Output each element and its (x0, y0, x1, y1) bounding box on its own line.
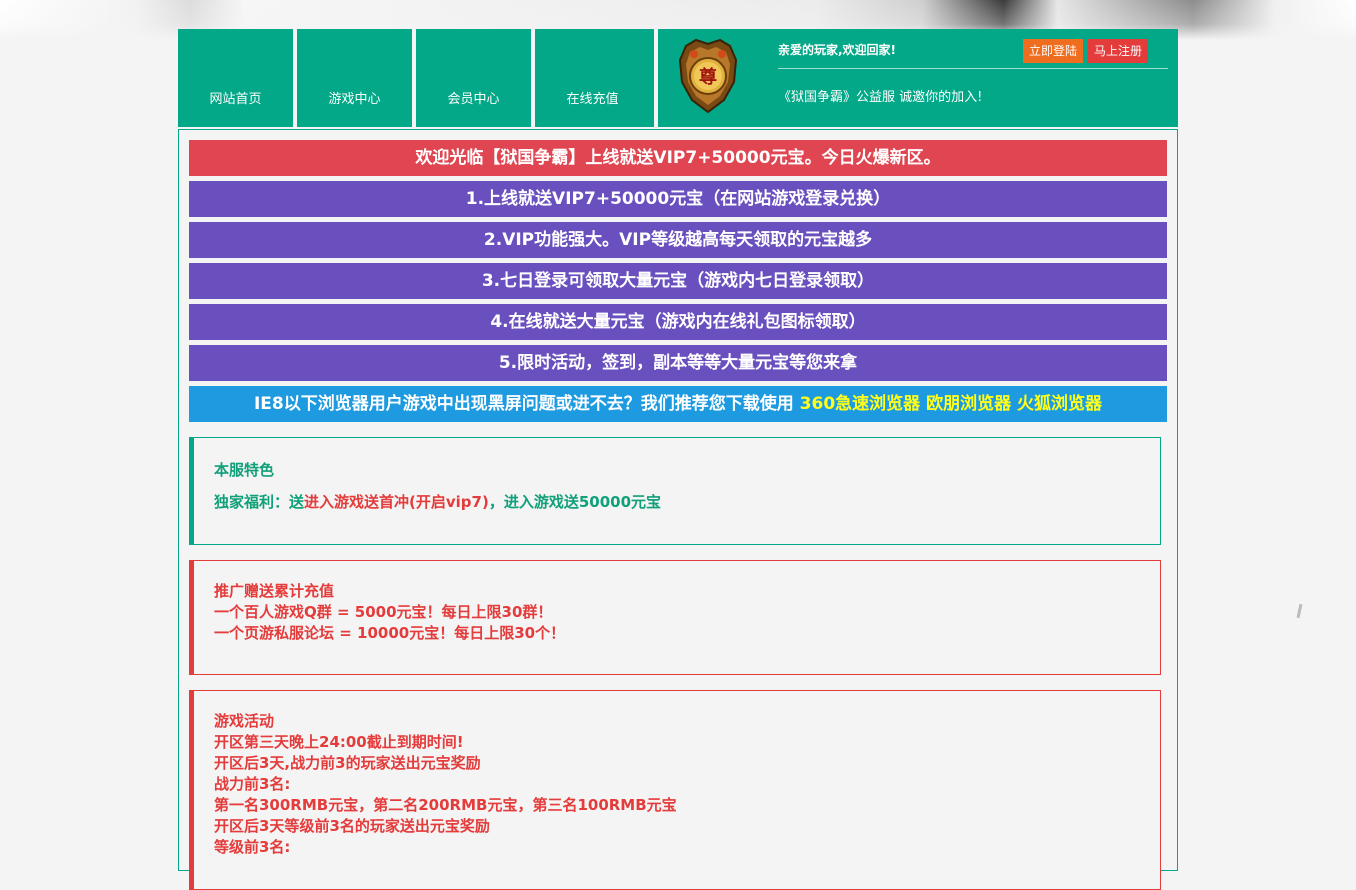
main-panel: 欢迎光临【狱国争霸】上线就送VIP7+50000元宝。今日火爆新区。 1.上线就… (178, 129, 1178, 890)
header-slogan: 《狱国争霸》公益服 诚邀你的加入! (778, 90, 983, 105)
nav-game-center[interactable]: 游戏中心 (297, 29, 412, 127)
background-speck (1296, 603, 1303, 619)
activity-line: 等级前3名: (214, 838, 291, 856)
activity-line: 开区第三天晚上24:00截止到期时间! (214, 733, 464, 751)
site-header: 网站首页 游戏中心 会员中心 在线充值 尊 亲爱的玩家,欢迎回家! 立即登陆 马… (178, 29, 1178, 127)
nav-home-label: 网站首页 (209, 92, 262, 107)
login-button[interactable]: 立即登陆 (1023, 39, 1084, 63)
activity-title: 游戏活动 (214, 712, 275, 730)
activity-line: 第一名300RMB元宝，第二名200RMB元宝，第三名100RMB元宝 (214, 796, 677, 814)
welcome-text: 亲爱的玩家,欢迎回家! (778, 43, 897, 57)
nav-divider (654, 29, 658, 127)
promotion-box: 推广赠送累计充值 一个百人游戏Q群 = 5000元宝！每日上限30群！ 一个页游… (189, 560, 1161, 675)
feature-banner-5: 5.限时活动，签到，副本等等大量元宝等您来拿 (189, 345, 1167, 381)
browser-notice-text: IE8以下浏览器用户游戏中出现黑屏问题或进不去？我们推荐您下载使用 (253, 394, 794, 414)
emblem-char: 尊 (699, 66, 717, 88)
promotion-line: 一个百人游戏Q群 = 5000元宝！每日上限30群！ (214, 603, 553, 621)
vip-emblem-icon: 尊 (672, 38, 744, 116)
game-activity-box: 游戏活动 开区第三天晚上24:00截止到期时间! 开区后3天,战力前3的玩家送出… (189, 690, 1161, 890)
activity-line: 战力前3名: (214, 775, 291, 793)
benefit-suffix: ，进入游戏送50000元宝 (488, 493, 662, 511)
browser-banner: IE8以下浏览器用户游戏中出现黑屏问题或进不去？我们推荐您下载使用 360急速浏… (189, 386, 1167, 422)
exclusive-benefit-line: 独家福利：送进入游戏送首冲(开启vip7)，进入游戏送50000元宝 (214, 492, 1160, 513)
feature-banner-1: 1.上线就送VIP7+50000元宝（在网站游戏登录兑换） (189, 181, 1167, 217)
benefit-highlight: 进入游戏送首冲(开启vip7) (304, 493, 489, 511)
welcome-banner: 欢迎光临【狱国争霸】上线就送VIP7+50000元宝。今日火爆新区。 (189, 140, 1167, 176)
activity-line: 开区后3天,战力前3的玩家送出元宝奖励 (214, 754, 481, 772)
server-features-title: 本服特色 (214, 461, 275, 479)
nav-online-recharge[interactable]: 在线充值 (535, 29, 650, 127)
nav-game-center-label: 游戏中心 (328, 92, 381, 107)
promotion-title: 推广赠送累计充值 (214, 582, 335, 600)
header-divider (778, 68, 1168, 69)
feature-banner-4: 4.在线就送大量元宝（游戏内在线礼包图标领取） (189, 304, 1167, 340)
promotion-line: 一个页游私服论坛 = 10000元宝！每日上限30个！ (214, 624, 566, 642)
nav-online-recharge-label: 在线充值 (566, 92, 619, 107)
nav-home[interactable]: 网站首页 (178, 29, 293, 127)
activity-line: 开区后3天等级前3名的玩家送出元宝奖励 (214, 817, 490, 835)
benefit-prefix: 独家福利：送 (214, 493, 305, 511)
browser-download-links[interactable]: 360急速浏览器 欧朋浏览器 火狐浏览器 (800, 394, 1102, 414)
feature-banner-3: 3.七日登录可领取大量元宝（游戏内七日登录领取） (189, 263, 1167, 299)
nav-member-center[interactable]: 会员中心 (416, 29, 531, 127)
register-button[interactable]: 马上注册 (1088, 39, 1149, 63)
server-features-box: 本服特色 独家福利：送进入游戏送首冲(开启vip7)，进入游戏送50000元宝 (189, 437, 1161, 545)
feature-banner-2: 2.VIP功能强大。VIP等级越高每天领取的元宝越多 (189, 222, 1167, 258)
nav-member-center-label: 会员中心 (447, 92, 500, 107)
